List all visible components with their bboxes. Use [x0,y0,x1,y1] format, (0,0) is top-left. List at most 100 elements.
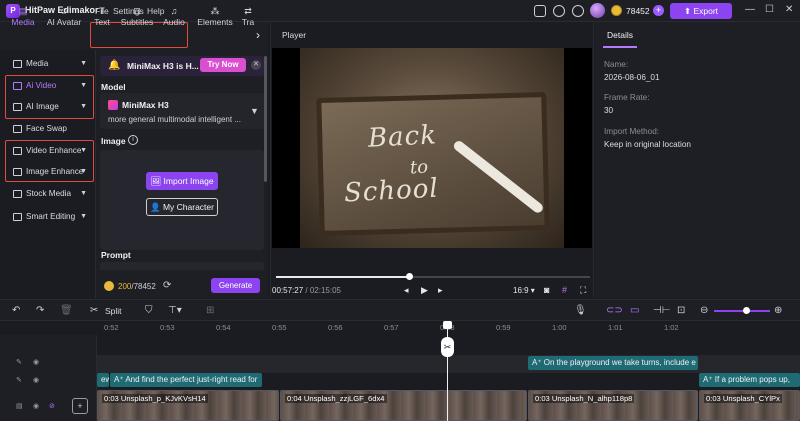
microphone-icon[interactable]: 🎙 [574,305,587,316]
tab-subtitles-label: Subtitles [120,17,154,27]
tab-transitions[interactable]: ⇄ Tra [240,6,256,27]
ruler-tick-label: 0:53 [160,323,175,332]
tab-audio[interactable]: ♫ Audio [160,6,188,27]
snapshot-icon[interactable]: ◙ [544,285,549,295]
refresh-icon[interactable]: ⟳ [163,280,171,291]
slate-word-back: Back [367,120,438,154]
magnet-icon[interactable]: ⊂⊃ [606,305,623,316]
mute-icon[interactable]: ⊘ [49,402,55,410]
eye-icon[interactable]: ◉ [33,402,39,410]
tab-elements[interactable]: ⁂ Elements [196,6,234,27]
chevron-down-icon: ▼ [80,213,87,220]
try-now-button[interactable]: Try Now [200,58,246,72]
import-image-button[interactable]: 🖼 Import Image [146,172,218,190]
split-button[interactable]: Split [105,306,122,316]
sidebar-item-video-enhance[interactable]: Video Enhance ▼ [8,142,92,160]
sidebar-item-face-swap[interactable]: Face Swap [8,120,92,138]
sidebar-item-label: AI Image [26,102,59,111]
aspect-ratio-select[interactable]: 16:9 ▾ [513,286,535,295]
video-clip[interactable]: 0:03 Unsplash_p_KJvKVsH14 [97,390,279,421]
subtitle-clip[interactable]: ew [97,373,109,387]
prev-frame-icon[interactable]: ◂ [404,285,409,296]
add-coins-button[interactable]: + [653,5,664,16]
redo-icon[interactable]: ↷ [36,305,44,316]
prompt-input[interactable] [100,262,264,270]
video-clip[interactable]: 0:03 Unsplash_CYlPx [699,390,800,421]
undo-icon[interactable]: ↶ [12,305,20,316]
playhead-line[interactable] [447,321,448,421]
play-icon[interactable]: ▶ [421,285,428,296]
sidebar-item-image-enhance[interactable]: Image Enhance ▼ [8,163,92,181]
promo-text: MiniMax H3 is H... [127,61,199,71]
delete-icon[interactable]: 🗑 [60,305,73,316]
sidebar-item-smart-editing[interactable]: Smart Editing ▼ [8,208,92,226]
eye-icon[interactable]: ◉ [33,376,39,384]
video-clip[interactable]: 0:03 Unsplash_N_alhp118p8 [528,390,698,421]
tab-details[interactable]: Details [603,26,637,48]
text-add-icon[interactable]: ⊤▾ [168,305,182,316]
sidebar-item-media[interactable]: Media ▼ [8,55,92,73]
aspect-ratio-value: 16:9 [513,286,529,295]
generate-button[interactable]: Generate [211,278,260,293]
zoom-in-icon[interactable]: ⊕ [774,305,782,316]
subtitle-clip-text: And find the perfect just-right read for [125,375,258,384]
grid-icon[interactable]: # [562,285,567,295]
eye-icon[interactable]: ◉ [33,358,39,366]
export-button[interactable]: ⬆ Export [670,3,732,19]
split-track-icon[interactable]: ⊣⊢ [653,305,670,316]
subtitle-clip[interactable]: A⁺ On the playground we take turns, incl… [528,356,698,370]
minimize-icon[interactable]: — [745,4,755,15]
video-track-icon[interactable]: ▤ [16,402,23,410]
my-character-button[interactable]: 👤 My Character [146,198,218,216]
zoom-slider-knob[interactable] [743,307,750,314]
current-time: 00:57:27 [272,286,304,295]
pin-icon[interactable]: ✎ [16,376,22,384]
sidebar-item-stock-media[interactable]: Stock Media ▼ [8,185,92,203]
maximize-icon[interactable]: ☐ [765,4,774,15]
zoom-slider[interactable] [714,310,770,312]
video-clip-label: 0:03 Unsplash_CYlPx [704,394,782,403]
export-label: Export [693,6,719,16]
caret-down-icon[interactable]: ▼ [250,106,259,116]
playhead-handle[interactable] [443,321,452,329]
chevron-down-icon: ▼ [80,168,87,175]
slate-word-school: School [343,173,440,209]
download-icon[interactable] [572,5,584,17]
subtitle-clip[interactable]: A⁺ If a problem pops up, [699,373,800,387]
fullscreen-icon[interactable]: ⛶ [580,285,586,296]
video-clip-label: 0:03 Unsplash_p_KJvKVsH14 [102,394,208,403]
scissors-icon[interactable]: ✂ [90,305,98,316]
tab-elements-label: Elements [197,17,233,27]
video-clip-label: 0:03 Unsplash_N_alhp118p8 [533,394,635,403]
panel-scrollbar[interactable] [264,56,267,182]
playhead-scissors-icon[interactable]: ✂ [441,337,454,357]
tab-subtitles[interactable]: ⊡ Subtitles [117,6,157,27]
crop-icon[interactable]: ⊞ [206,305,214,316]
tab-media[interactable]: ▤ Media [8,6,38,27]
tab-ai-avatar[interactable]: ☺ AI Avatar [42,6,86,27]
fit-icon[interactable]: ⊡ [677,305,685,316]
tab-text[interactable]: T Text [92,6,112,27]
tab-transitions-label: Tra [241,17,255,27]
help-icon[interactable] [553,5,565,17]
close-icon[interactable]: ✕ [785,4,793,15]
zoom-out-icon[interactable]: ⊖ [700,305,708,316]
add-media-icon[interactable]: + [72,398,88,414]
playback-scrubber[interactable] [406,273,413,280]
layout-icon[interactable] [534,5,546,17]
sidebar-item-ai-video[interactable]: Ai Video ▼ [8,77,92,95]
subtitle-clip-text: If a problem pops up, [714,375,790,384]
minimax-icon [108,100,118,110]
pin-icon[interactable]: ✎ [16,358,22,366]
tabs-next-icon[interactable]: › [256,28,260,42]
close-promo-icon[interactable]: ✕ [251,60,261,70]
next-frame-icon[interactable]: ▸ [438,285,443,296]
sidebar-item-label: Face Swap [26,124,67,133]
info-icon[interactable]: i [128,135,138,145]
subtitle-clip[interactable]: A⁺ And find the perfect just-right read … [110,373,262,387]
video-clip[interactable]: 0:04 Unsplash_zzjLGF_6dx4 [280,390,527,421]
avatar[interactable] [590,3,605,18]
shield-icon[interactable]: ⛉ [145,305,153,316]
link-icon[interactable]: ▭ [630,305,639,316]
sidebar-item-ai-image[interactable]: AI Image ▼ [8,98,92,116]
